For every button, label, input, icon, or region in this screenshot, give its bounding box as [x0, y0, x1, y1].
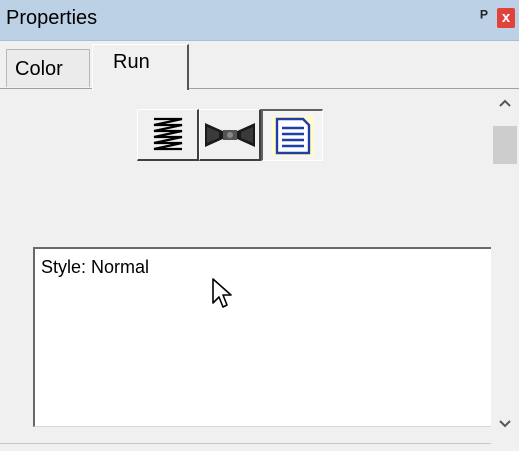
properties-panel: Properties ᴾ x Color Run Style: Normal: [0, 0, 519, 451]
style-label: Style: Normal: [41, 257, 150, 277]
tab-strip: Color Run: [0, 41, 519, 90]
bowtie-style-button[interactable]: [199, 109, 261, 161]
run-tab-content: Style: Normal: [0, 90, 494, 451]
spring-style-button[interactable]: [137, 109, 199, 161]
chevron-down-icon[interactable]: [491, 411, 519, 437]
bottom-divider: [0, 443, 491, 444]
vertical-scrollbar[interactable]: [491, 90, 519, 451]
scrollbar-thumb[interactable]: [493, 126, 517, 164]
style-details-box[interactable]: Style: Normal: [33, 247, 494, 427]
tab-color[interactable]: Color: [6, 49, 90, 87]
spring-icon: [153, 117, 182, 150]
pin-icon[interactable]: ᴾ: [475, 6, 493, 28]
note-style-button[interactable]: [261, 109, 323, 161]
chevron-up-icon[interactable]: [491, 90, 519, 116]
title-bar[interactable]: Properties ᴾ x: [0, 0, 519, 41]
style-button-group: [137, 109, 323, 161]
note-icon: [271, 115, 314, 156]
tab-run[interactable]: Run: [92, 44, 189, 90]
bowtie-icon: [204, 122, 255, 147]
panel-title: Properties: [6, 7, 98, 29]
mouse-cursor-icon: [212, 278, 232, 308]
close-icon[interactable]: x: [497, 8, 515, 28]
